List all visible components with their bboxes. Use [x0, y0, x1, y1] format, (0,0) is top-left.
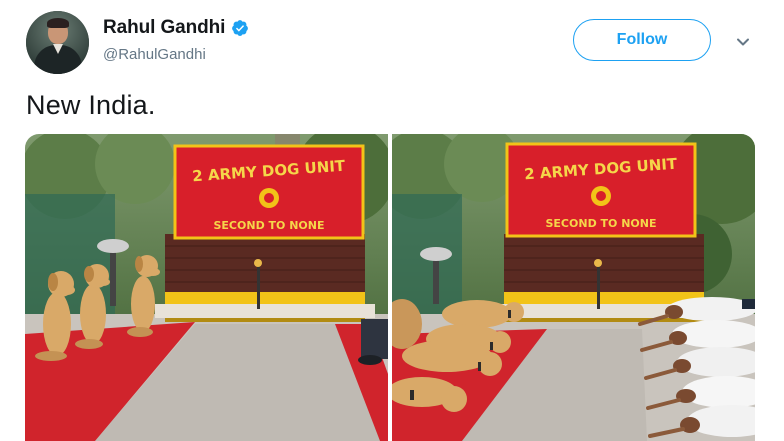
media-grid: 2 ARMY DOG UNIT SECOND TO NONE 2 ARMY DO… — [25, 134, 755, 441]
tweet-card: Rahul Gandhi @RahulGandhi Follow New Ind… — [0, 0, 784, 441]
photo-2-sign-motto: SECOND TO NONE — [546, 217, 657, 230]
photo-1-sign-motto: SECOND TO NONE — [214, 219, 325, 232]
author-display-name[interactable]: Rahul Gandhi — [103, 17, 225, 39]
author-name-row[interactable]: Rahul Gandhi — [103, 16, 249, 40]
verified-badge-icon — [232, 20, 249, 36]
photo-2-scene: 2 ARMY DOG UNIT SECOND TO NONE — [392, 134, 755, 441]
chevron-down-icon[interactable] — [733, 32, 753, 52]
media-photo-1[interactable]: 2 ARMY DOG UNIT SECOND TO NONE — [25, 134, 388, 441]
author-avatar[interactable] — [26, 11, 89, 74]
tweet-text: New India. — [26, 90, 156, 120]
media-photo-2[interactable]: 2 ARMY DOG UNIT SECOND TO NONE — [392, 134, 755, 441]
photo-1-scene: 2 ARMY DOG UNIT SECOND TO NONE — [25, 134, 388, 441]
author-handle[interactable]: @RahulGandhi — [103, 46, 206, 63]
follow-button[interactable]: Follow — [573, 19, 711, 61]
